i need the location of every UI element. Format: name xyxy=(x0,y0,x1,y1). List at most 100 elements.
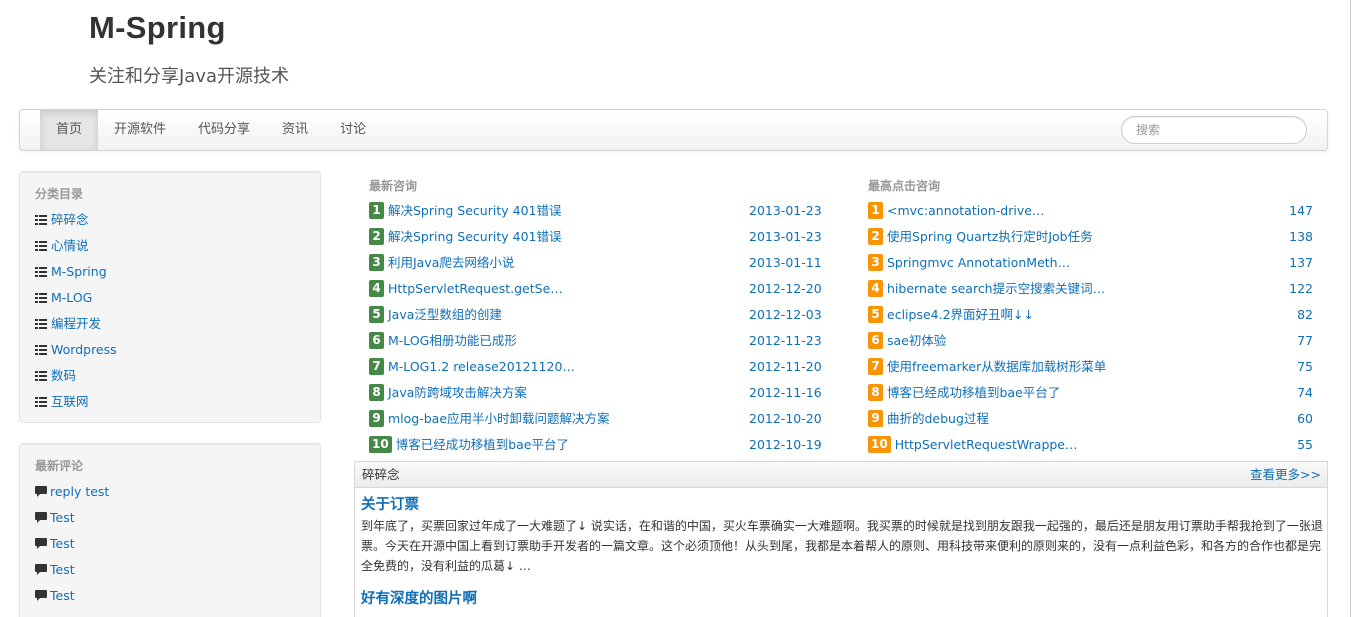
post-title[interactable]: 关于订票 xyxy=(361,493,419,514)
comment-icon xyxy=(35,486,47,497)
comment-item[interactable]: Test xyxy=(35,561,109,587)
category-link[interactable]: 互联网 xyxy=(51,393,89,410)
rank-badge: 4 xyxy=(369,280,384,297)
popular-title-link[interactable]: 博客已经成功移植到bae平台了 xyxy=(887,385,1060,400)
latest-title-link[interactable]: 博客已经成功移植到bae平台了 xyxy=(396,437,569,452)
latest-title-link[interactable]: 利用Java爬去网络小说 xyxy=(388,255,514,270)
nav-item[interactable]: 开源软件 xyxy=(98,110,182,150)
nav-item[interactable]: 讨论 xyxy=(324,110,382,150)
section-box: 碎碎念 查看更多>> 关于订票 到年底了，买票回家过年成了一大难题了↓ 说实话，… xyxy=(354,461,1328,617)
rank-badge: 7 xyxy=(369,358,384,375)
comment-item[interactable]: Test xyxy=(35,535,109,561)
latest-item[interactable]: 7 M-LOG1.2 release20121120… 2012-11-20 xyxy=(369,358,829,384)
popular-item[interactable]: 2 使用Spring Quartz执行定时Job任务 138 xyxy=(868,228,1313,254)
latest-item[interactable]: 1 解决Spring Security 401错误 2013-01-23 xyxy=(369,202,829,228)
latest-item[interactable]: 6 M-LOG相册功能已成形 2012-11-23 xyxy=(369,332,829,358)
comment-item[interactable]: Test xyxy=(35,587,109,613)
comment-icon xyxy=(35,590,47,601)
latest-title-link[interactable]: M-LOG1.2 release20121120… xyxy=(388,359,575,374)
latest-date: 2012-12-03 xyxy=(749,307,822,322)
popular-item[interactable]: 4 hibernate search提示空搜索关键词… 122 xyxy=(868,280,1313,306)
latest-title-link[interactable]: Java泛型数组的创建 xyxy=(388,307,502,322)
latest-title-link[interactable]: Java防跨域攻击解决方案 xyxy=(388,385,527,400)
latest-item[interactable]: 5 Java泛型数组的创建 2012-12-03 xyxy=(369,306,829,332)
category-item[interactable]: 数码 xyxy=(35,367,117,393)
latest-title-link[interactable]: 解决Spring Security 401错误 xyxy=(388,229,561,244)
list-icon xyxy=(35,371,47,381)
latest-item[interactable]: 3 利用Java爬去网络小说 2013-01-11 xyxy=(369,254,829,280)
popular-item[interactable]: 5 eclipse4.2界面好丑啊↓↓ 82 xyxy=(868,306,1313,332)
popular-title-link[interactable]: 使用freemarker从数据库加载树形菜单 xyxy=(887,359,1106,374)
popular-title-link[interactable]: 曲折的debug过程 xyxy=(887,411,989,426)
comment-link[interactable]: Test xyxy=(50,561,75,578)
category-link[interactable]: 心情说 xyxy=(51,237,89,254)
popular-title-link[interactable]: <mvc:annotation-drive… xyxy=(887,203,1044,218)
rank-badge: 5 xyxy=(369,306,384,323)
category-item[interactable]: M-LOG xyxy=(35,289,117,315)
nav-item[interactable]: 资讯 xyxy=(266,110,324,150)
site-subtitle: 关注和分享Java开源技术 xyxy=(89,66,290,87)
rank-badge: 7 xyxy=(868,358,883,375)
click-count: 138 xyxy=(1289,229,1313,244)
latest-title-link[interactable]: M-LOG相册功能已成形 xyxy=(388,333,517,348)
popular-item[interactable]: 3 Springmvc AnnotationMeth… 137 xyxy=(868,254,1313,280)
category-item[interactable]: 互联网 xyxy=(35,393,117,419)
popular-item[interactable]: 7 使用freemarker从数据库加载树形菜单 75 xyxy=(868,358,1313,384)
category-item[interactable]: 编程开发 xyxy=(35,315,117,341)
popular-title-link[interactable]: 使用Spring Quartz执行定时Job任务 xyxy=(887,229,1093,244)
popular-title-link[interactable]: HttpServletRequestWrappe… xyxy=(895,437,1078,452)
latest-item[interactable]: 9 mlog-bae应用半小时卸载问题解决方案 2012-10-20 xyxy=(369,410,829,436)
category-link[interactable]: M-Spring xyxy=(51,263,107,280)
category-link[interactable]: 编程开发 xyxy=(51,315,101,332)
latest-item[interactable]: 10 博客已经成功移植到bae平台了 2012-10-19 xyxy=(369,436,829,462)
latest-title-link[interactable]: 解决Spring Security 401错误 xyxy=(388,203,561,218)
comment-item[interactable]: Test xyxy=(35,509,109,535)
comment-link[interactable]: Test xyxy=(50,535,75,552)
popular-item[interactable]: 9 曲折的debug过程 60 xyxy=(868,410,1313,436)
nav-item[interactable]: 首页 xyxy=(40,110,99,150)
latest-header: 最新咨询 xyxy=(369,179,418,193)
comment-item[interactable]: reply test xyxy=(35,483,109,509)
comment-link[interactable]: reply test xyxy=(50,483,109,500)
category-item[interactable]: M-Spring xyxy=(35,263,117,289)
popular-title-link[interactable]: sae初体验 xyxy=(887,333,946,348)
list-icon xyxy=(35,319,47,329)
post-title[interactable]: 好有深度的图片啊 xyxy=(361,587,477,608)
comment-icon xyxy=(35,512,47,523)
click-count: 122 xyxy=(1289,281,1313,296)
popular-item[interactable]: 6 sae初体验 77 xyxy=(868,332,1313,358)
popular-title-link[interactable]: eclipse4.2界面好丑啊↓↓ xyxy=(887,307,1034,322)
category-panel: 分类目录 碎碎念 心情说 M-Spring M-LOG 编程开发 Wordpress 数码互… xyxy=(19,171,321,423)
nav-item[interactable]: 代码分享 xyxy=(182,110,266,150)
comment-link[interactable]: Test xyxy=(50,587,75,604)
popular-item[interactable]: 10 HttpServletRequestWrappe… 55 xyxy=(868,436,1313,462)
category-link[interactable]: M-LOG xyxy=(51,289,92,306)
latest-date: 2013-01-23 xyxy=(749,229,822,244)
category-link[interactable]: Wordpress xyxy=(51,341,117,358)
category-link[interactable]: 数码 xyxy=(51,367,76,384)
latest-title-link[interactable]: HttpServletRequest.getSe… xyxy=(388,281,563,296)
search-input[interactable] xyxy=(1121,116,1307,144)
site-title[interactable]: M-Spring xyxy=(89,10,226,46)
rank-badge: 9 xyxy=(868,410,883,427)
category-link[interactable]: 碎碎念 xyxy=(51,211,89,228)
latest-item[interactable]: 2 解决Spring Security 401错误 2013-01-23 xyxy=(369,228,829,254)
comments-header: 最新评论 xyxy=(35,459,84,473)
category-item[interactable]: Wordpress xyxy=(35,341,117,367)
click-count: 60 xyxy=(1297,411,1313,426)
popular-title-link[interactable]: Springmvc AnnotationMeth… xyxy=(887,255,1070,270)
latest-item[interactable]: 4 HttpServletRequest.getSe… 2012-12-20 xyxy=(369,280,829,306)
popular-item[interactable]: 8 博客已经成功移植到bae平台了 74 xyxy=(868,384,1313,410)
navbar: 首页 开源软件 代码分享 资讯 讨论 xyxy=(19,109,1328,151)
popular-title-link[interactable]: hibernate search提示空搜索关键词… xyxy=(887,281,1105,296)
popular-item[interactable]: 1 <mvc:annotation-drive… 147 xyxy=(868,202,1313,228)
category-item[interactable]: 碎碎念 xyxy=(35,211,117,237)
view-more-link[interactable]: 查看更多>> xyxy=(1250,462,1321,488)
rank-badge: 1 xyxy=(868,202,883,219)
rank-badge: 5 xyxy=(868,306,883,323)
latest-item[interactable]: 8 Java防跨域攻击解决方案 2012-11-16 xyxy=(369,384,829,410)
category-item[interactable]: 心情说 xyxy=(35,237,117,263)
rank-badge: 9 xyxy=(369,410,384,427)
latest-title-link[interactable]: mlog-bae应用半小时卸载问题解决方案 xyxy=(388,411,610,426)
comment-link[interactable]: Test xyxy=(50,509,75,526)
